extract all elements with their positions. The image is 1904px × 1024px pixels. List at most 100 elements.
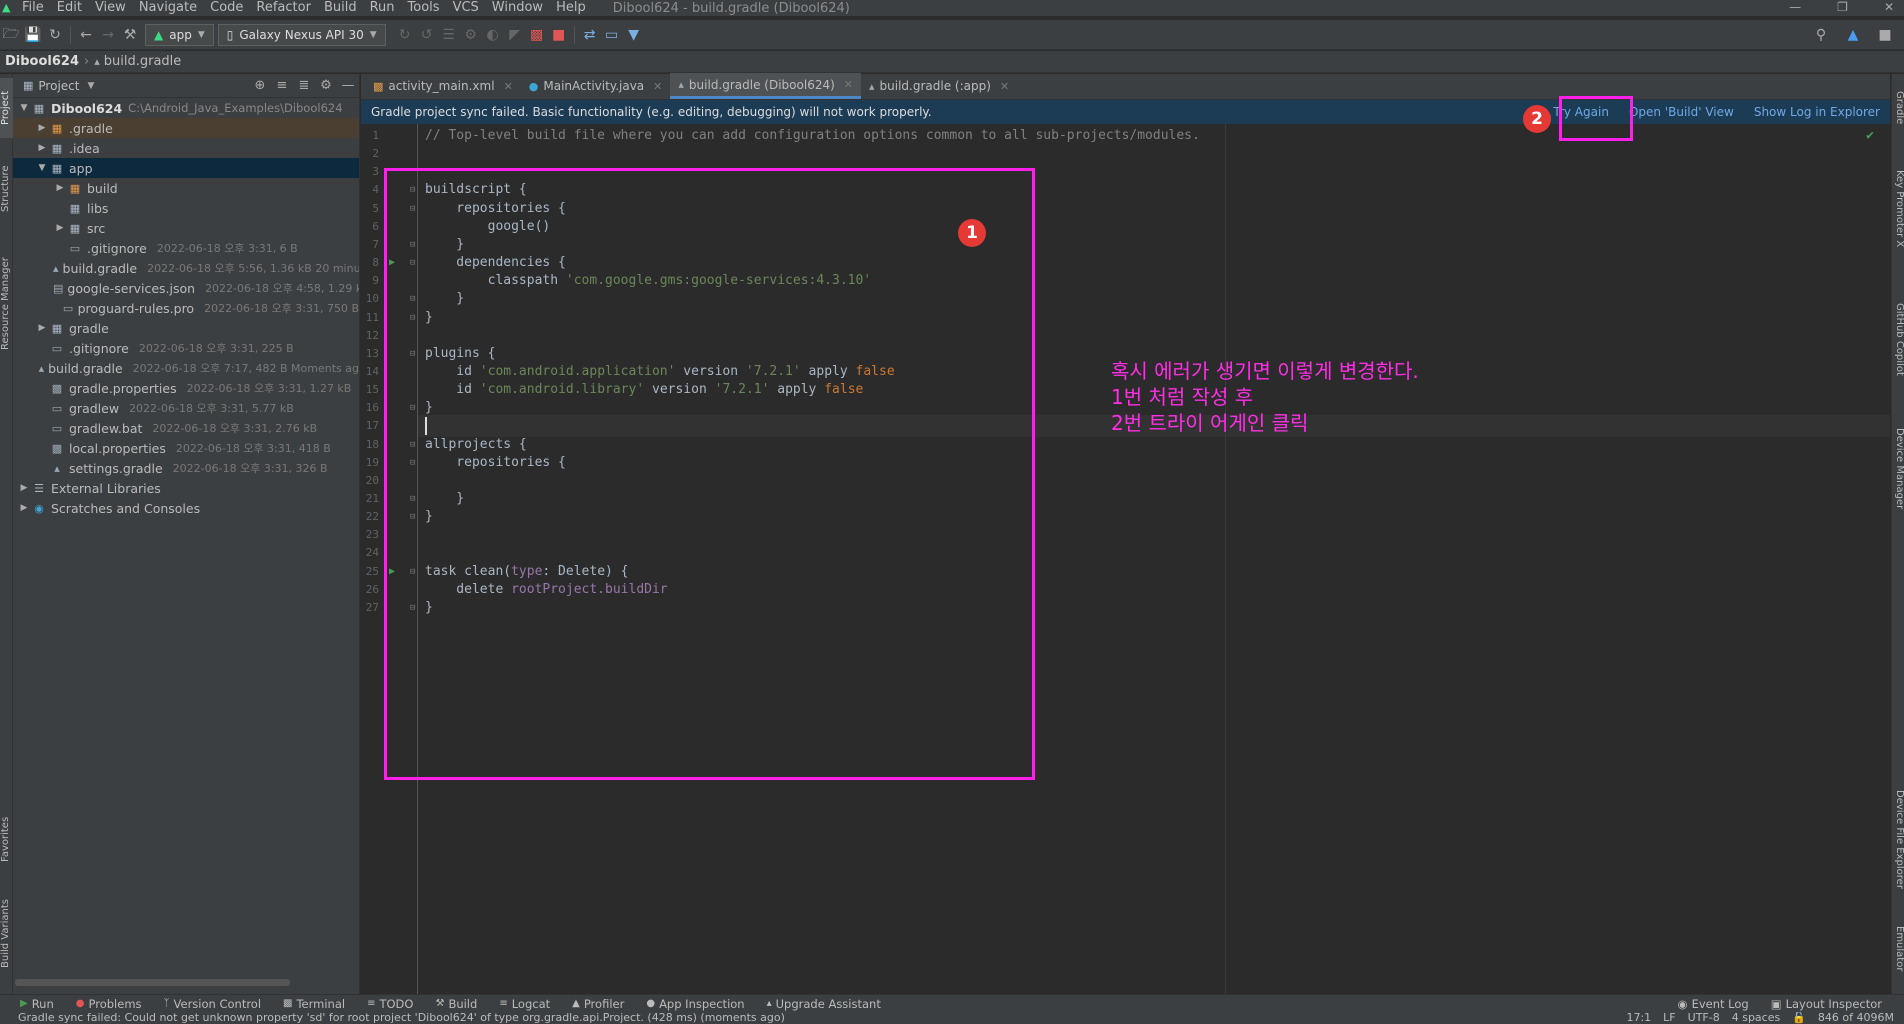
debug-icon[interactable]: ⚙ (460, 24, 482, 46)
close-tab-icon[interactable]: ✕ (1000, 80, 1009, 93)
lock-icon[interactable]: 🔓 (1792, 1012, 1806, 1024)
tree-item[interactable]: ▴ settings.gradle 2022-06-18 오후 3:31, 326 … (13, 458, 359, 478)
restore-icon[interactable]: ❐ (1837, 0, 1848, 14)
caret-position[interactable]: 17:1 (1626, 1012, 1651, 1024)
tool-tab-event-log[interactable]: ◉ Event Log (1678, 995, 1749, 1013)
forward-icon[interactable]: → (97, 24, 119, 46)
locate-icon[interactable]: ⊕ (249, 75, 271, 97)
stop-icon[interactable]: ■ (548, 24, 570, 46)
file-encoding[interactable]: UTF-8 (1688, 1012, 1720, 1024)
tree-item[interactable]: ▶ ◉ Scratches and Consoles (13, 498, 359, 518)
menu-file[interactable]: File (22, 0, 44, 16)
run-config-select[interactable]: ▲ app ▼ (145, 23, 214, 46)
tree-item[interactable]: ▶ ▦ .gradle (13, 118, 359, 138)
show-log-link[interactable]: Show Log in Explorer (1754, 105, 1880, 119)
project-view-select[interactable]: Project (38, 79, 79, 93)
chevron-right-icon[interactable]: ▶ (53, 183, 67, 193)
menu-tools[interactable]: Tools (408, 0, 440, 16)
apply-changes-icon[interactable]: ↺ (416, 24, 438, 46)
tree-item[interactable]: ▭ proguard-rules.pro 2022-06-18 오후 3:31, 7… (13, 298, 359, 318)
tool-tab-todo[interactable]: ≡ TODO (367, 995, 413, 1013)
tree-item[interactable]: ▩ local.properties 2022-06-18 오후 3:31, 418… (13, 438, 359, 458)
sync-icon[interactable]: ↻ (44, 24, 66, 46)
tool-tab-build-variants[interactable]: Build Variants (0, 884, 13, 984)
tool-tab-device-manager[interactable]: Device Manager (1892, 414, 1904, 524)
tool-tab-gradle[interactable]: Gradle (1892, 78, 1904, 138)
chevron-right-icon[interactable]: ▶ (35, 143, 49, 153)
device-select[interactable]: ▯ Galaxy Nexus API 30 ▼ (217, 23, 386, 46)
tree-item[interactable]: ▼ ▦ app (13, 158, 359, 178)
breadcrumb-file[interactable]: build.gradle (104, 54, 182, 69)
close-icon[interactable]: ✕ (1884, 0, 1894, 14)
hammer-build-icon[interactable]: ⚒ (119, 24, 141, 46)
no-problems-check-icon[interactable]: ✔ (1866, 128, 1874, 143)
menu-window[interactable]: Window (492, 0, 543, 16)
device-manager-icon[interactable]: ▭ (601, 24, 623, 46)
menu-help[interactable]: Help (556, 0, 586, 16)
editor-tab[interactable]: ▩ activity_main.xml ✕ (365, 73, 521, 99)
tool-tab-version-control[interactable]: ᛉ Version Control (164, 995, 262, 1013)
menu-code[interactable]: Code (210, 0, 243, 16)
close-tab-icon[interactable]: ✕ (844, 78, 853, 91)
menu-refactor[interactable]: Refactor (256, 0, 311, 16)
sync-gradle-icon[interactable]: ⇄ (579, 24, 601, 46)
menu-vcs[interactable]: VCS (453, 0, 479, 16)
minimize-icon[interactable]: — (1789, 0, 1801, 14)
gear-icon[interactable]: ⚙ (315, 75, 337, 97)
tree-item[interactable]: ▩ gradle.properties 2022-06-18 오후 3:31, 1.… (13, 378, 359, 398)
chevron-right-icon[interactable]: ▶ (35, 123, 49, 133)
tool-tab-profiler[interactable]: ▲ Profiler (572, 995, 624, 1013)
tool-tab-structure[interactable]: Structure (0, 154, 13, 224)
tool-tab-terminal[interactable]: ▩ Terminal (283, 995, 345, 1013)
chevron-down-icon[interactable]: ▼ (35, 163, 49, 173)
coverage-icon[interactable]: ▩ (526, 24, 548, 46)
tree-item[interactable]: ▭ .gitignore 2022-06-18 오후 3:31, 6 B (13, 238, 359, 258)
open-build-view-link[interactable]: Open 'Build' View (1629, 105, 1734, 119)
search-icon[interactable]: ⚲ (1810, 24, 1832, 46)
attach-debugger-icon[interactable]: ◤ (504, 24, 526, 46)
apply-code-changes-icon[interactable]: ☰ (438, 24, 460, 46)
close-tab-icon[interactable]: ✕ (504, 80, 513, 93)
tool-tab-resource-manager[interactable]: Resource Manager (0, 244, 13, 364)
tree-item[interactable]: ▶ ☰ External Libraries (13, 478, 359, 498)
tool-tab-favorites[interactable]: Favorites (0, 804, 13, 874)
chevron-right-icon[interactable]: ▶ (17, 503, 31, 513)
back-icon[interactable]: ← (75, 24, 97, 46)
status-message[interactable]: Gradle sync failed: Could not get unknow… (18, 1012, 785, 1024)
tool-tab-build[interactable]: ⚒ Build (435, 995, 477, 1013)
expand-all-icon[interactable]: ≡ (271, 75, 293, 97)
tool-tab-github-copilot[interactable]: GitHub Copilot (1892, 284, 1904, 394)
tree-item[interactable]: ▭ gradlew.bat 2022-06-18 오후 3:31, 2.76 kB (13, 418, 359, 438)
tree-item[interactable]: ▭ gradlew 2022-06-18 오후 3:31, 5.77 kB (13, 398, 359, 418)
tool-tab-problems[interactable]: ● Problems (76, 995, 142, 1013)
tree-item[interactable]: ▶ ▦ build (13, 178, 359, 198)
chevron-right-icon[interactable]: ▶ (35, 323, 49, 333)
chevron-down-icon[interactable]: ▼ (17, 103, 31, 113)
tree-item[interactable]: ▶ ▦ .idea (13, 138, 359, 158)
tool-tab-key-promoter[interactable]: Key Promoter X (1892, 154, 1904, 264)
tree-item[interactable]: ▦ libs (13, 198, 359, 218)
indent-setting[interactable]: 4 spaces (1732, 1012, 1781, 1024)
tool-tab-run[interactable]: ▶ Run (20, 995, 54, 1013)
breadcrumb-project[interactable]: Dibool624 (5, 54, 79, 69)
tree-item[interactable]: ▴ build.gradle 2022-06-18 오후 5:56, 1.36 kB… (13, 258, 359, 278)
tool-tab-project[interactable]: Project (0, 78, 13, 138)
tree-item[interactable]: ▭ .gitignore 2022-06-18 오후 3:31, 225 B (13, 338, 359, 358)
chevron-right-icon[interactable]: ▶ (17, 483, 31, 493)
chevron-right-icon[interactable]: ▶ (53, 223, 67, 233)
hide-icon[interactable]: — (337, 75, 359, 97)
menu-build[interactable]: Build (324, 0, 357, 16)
tree-item[interactable]: ▶ ▦ gradle (13, 318, 359, 338)
account-icon[interactable]: ■ (1874, 24, 1896, 46)
memory-indicator[interactable]: 846 of 4096M (1818, 1012, 1894, 1024)
tree-item[interactable]: ▤ google-services.json 2022-06-18 오후 4:58,… (13, 278, 359, 298)
menu-run[interactable]: Run (370, 0, 395, 16)
horizontal-scrollbar[interactable] (15, 979, 290, 986)
tool-tab-layout-inspector[interactable]: ▣ Layout Inspector (1771, 995, 1882, 1013)
menu-edit[interactable]: Edit (57, 0, 82, 16)
editor-tab[interactable]: ● MainActivity.java ✕ (521, 73, 671, 99)
tool-tab-upgrade-assistant[interactable]: ▴ Upgrade Assistant (767, 995, 881, 1013)
tool-tab-emulator[interactable]: Emulator (1892, 914, 1904, 984)
save-all-icon[interactable]: 💾 (22, 24, 44, 46)
editor-tab[interactable]: ▴ build.gradle (:app) ✕ (861, 73, 1017, 99)
